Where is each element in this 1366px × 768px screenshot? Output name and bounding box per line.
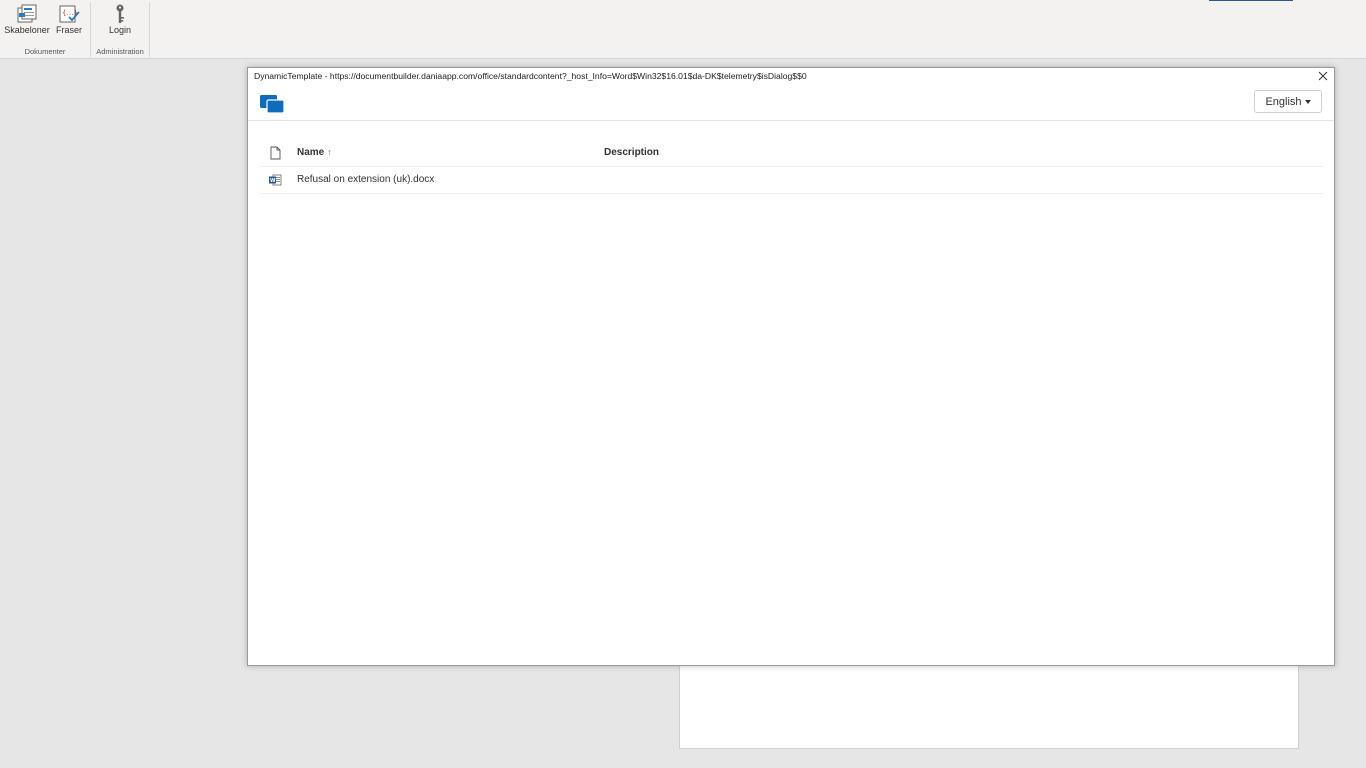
app-logo-icon (260, 95, 285, 114)
ribbon-group-dokumenter: Skabeloner {…} Fraser Dokumenter (2, 2, 88, 57)
row-name: Refusal on extension (uk).docx (297, 174, 435, 185)
ribbon-group-administration: Login Administration (90, 2, 150, 57)
skabeloner-label: Skabeloner (4, 25, 50, 35)
ribbon: Skabeloner {…} Fraser Dokumenter Login A… (0, 0, 1366, 59)
app-header: English (248, 86, 1334, 121)
template-table: Name ↑ Description W Refusal on extension… (260, 140, 1323, 194)
language-label: English (1265, 96, 1302, 108)
group-label-dokumenter: Dokumenter (24, 47, 66, 56)
group-label-administration: Administration (96, 47, 144, 56)
dynamic-template-dialog: DynamicTemplate - https://documentbuilde… (247, 67, 1335, 666)
fraser-label: Fraser (55, 25, 82, 35)
word-document-icon: W (269, 174, 282, 186)
language-dropdown[interactable]: English (1254, 90, 1322, 113)
templates-icon (17, 4, 37, 23)
svg-text:W: W (270, 178, 276, 184)
login-label: Login (108, 25, 132, 35)
fraser-button[interactable]: {…} Fraser (54, 4, 84, 35)
skabeloner-button[interactable]: Skabeloner (4, 4, 50, 35)
document-icon (270, 146, 281, 160)
login-button[interactable]: Login (105, 4, 135, 35)
column-header-description[interactable]: Description (604, 147, 659, 158)
chevron-down-icon (1304, 100, 1311, 105)
column-header-name-label: Name (297, 147, 325, 158)
phrases-icon: {…} (59, 5, 80, 23)
dialog-title: DynamicTemplate - https://documentbuilde… (254, 71, 807, 81)
column-header-name[interactable]: Name ↑ (297, 147, 332, 158)
close-icon[interactable] (1316, 69, 1330, 83)
sort-ascending-icon: ↑ (327, 147, 332, 157)
ribbon-tab-indicator (1209, 0, 1293, 1)
table-row[interactable]: W Refusal on extension (uk).docx (260, 167, 1323, 194)
key-icon (116, 4, 124, 23)
table-header-row: Name ↑ Description (260, 140, 1323, 167)
